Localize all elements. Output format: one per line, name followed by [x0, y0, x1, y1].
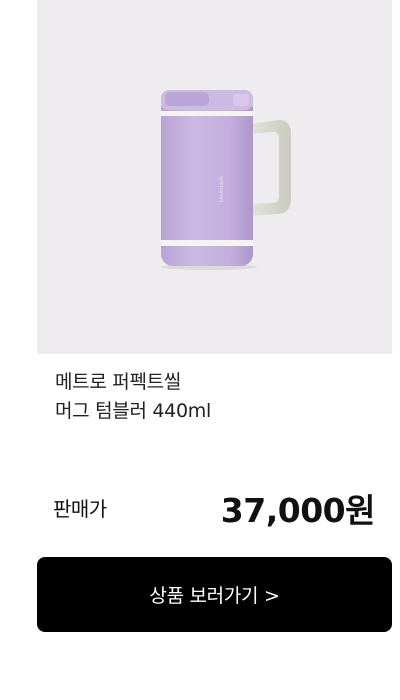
brand-logo: LocknLock [219, 176, 225, 202]
price-value: 37,000원 [220, 491, 376, 530]
tumbler-mug-photo: LocknLock [161, 90, 291, 270]
price-label: 판매가 [53, 497, 107, 521]
product-image[interactable]: LocknLock [37, 0, 392, 354]
product-name-line2: 머그 텀블러 440ml [55, 400, 211, 422]
product-name[interactable]: 메트로 퍼펙트씰 머그 텀블러 440ml [55, 368, 375, 426]
view-product-button[interactable]: 상품 보러가기 > [37, 557, 392, 632]
product-name-line1: 메트로 퍼펙트씰 [55, 371, 182, 393]
view-product-button-label: 상품 보러가기 > [149, 585, 280, 607]
